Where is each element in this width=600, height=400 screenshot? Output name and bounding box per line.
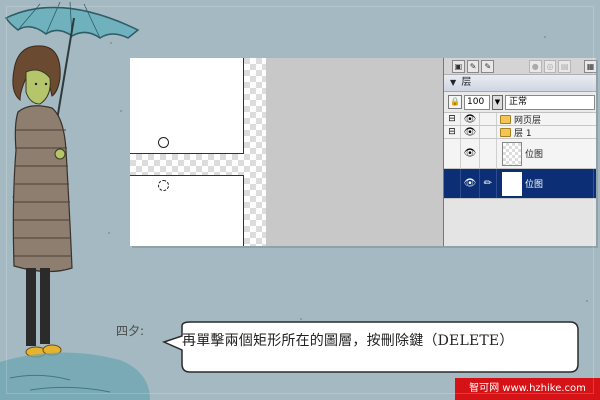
opacity-dropdown-icon[interactable]: ▼ [492,94,503,110]
expand-toggle-icon[interactable]: ⊟ [444,113,461,125]
panel-toolbar: ▣ ✎ ✎ ● ◎ ▤ ▦ [444,58,596,75]
panel-menu-icon[interactable]: ▦ [584,59,596,73]
lock-column-icon[interactable] [480,126,497,138]
collapse-arrow-icon[interactable]: ▼ [450,78,456,87]
indent-spacer [444,139,461,168]
eye-icon[interactable]: 👁 [461,169,480,198]
layer-name: 网页层 [497,113,541,126]
layer-row-layer1[interactable]: ⊟ 👁 层 1 [444,126,596,139]
new-layer-icon[interactable]: ▣ [452,59,465,73]
editor-screenshot: ▣ ✎ ✎ ● ◎ ▤ ▦ ▼ 层 🔒 100 ▼ 正常 ⊟ 👁 网页层 ⊟ 👁… [130,58,596,246]
disabled-tool-icon: ◎ [543,59,557,73]
rectangle-shape-top[interactable] [130,58,244,154]
opacity-field[interactable]: 100 [464,94,490,110]
blend-mode-select[interactable]: 正常 [505,94,595,110]
pencil-icon[interactable]: ✏ [480,169,497,198]
eye-icon[interactable]: 👁 [461,139,480,168]
eye-icon[interactable]: 👁 [461,126,480,138]
lock-column-icon[interactable] [480,113,497,125]
registration-point-icon[interactable] [158,180,169,191]
folder-icon [500,114,511,124]
author-label: 四夕: [116,324,145,338]
canvas-area [130,58,443,246]
eye-icon[interactable]: 👁 [461,113,480,125]
layer-label: 层 1 [514,128,532,139]
indent-spacer [444,169,461,198]
object-row-bitmap[interactable]: 👁 位图 [444,139,596,169]
site-watermark: 智可网 www.hzhike.com [455,378,600,400]
folder-icon [500,127,511,137]
registration-point-icon[interactable] [158,137,169,148]
edit-layer-icon[interactable]: ✎ [466,59,480,73]
object-label: 位图 [525,150,544,160]
panel-title: 层 [461,77,472,88]
lock-icon[interactable]: 🔒 [448,95,462,109]
panel-title-bar[interactable]: ▼ 层 [444,75,596,92]
instruction-text: 再單擊兩個矩形所在的圖層，按刪除鍵（DELETE） [182,333,514,349]
rain-drop [544,36,546,38]
edit-layer-icon[interactable]: ✎ [481,59,495,73]
object-label: 位图 [525,180,544,190]
layer-name: 层 1 [497,126,532,139]
bitmap-thumbnail [502,141,522,166]
disabled-tool-icon: ▤ [558,59,572,73]
layer-row-web[interactable]: ⊟ 👁 网页层 [444,113,596,126]
girl-with-umbrella-illustration [0,1,150,400]
illustration-background: ▣ ✎ ✎ ● ◎ ▤ ▦ ▼ 层 🔒 100 ▼ 正常 ⊟ 👁 网页层 ⊟ 👁… [0,0,600,400]
rectangle-shape-bottom[interactable] [130,175,244,246]
layer-label: 网页层 [514,115,542,126]
object-row-bitmap-selected[interactable]: 👁 ✏ 位图 [444,169,596,199]
bitmap-thumbnail [502,171,522,196]
expand-toggle-icon[interactable]: ⊟ [444,126,461,138]
layers-panel: ▣ ✎ ✎ ● ◎ ▤ ▦ ▼ 层 🔒 100 ▼ 正常 ⊟ 👁 网页层 ⊟ 👁… [443,58,596,246]
disabled-tool-icon: ● [528,59,542,73]
layer-options-row: 🔒 100 ▼ 正常 [444,92,596,113]
rain-drop [586,300,588,302]
lock-column-icon[interactable] [480,139,497,168]
